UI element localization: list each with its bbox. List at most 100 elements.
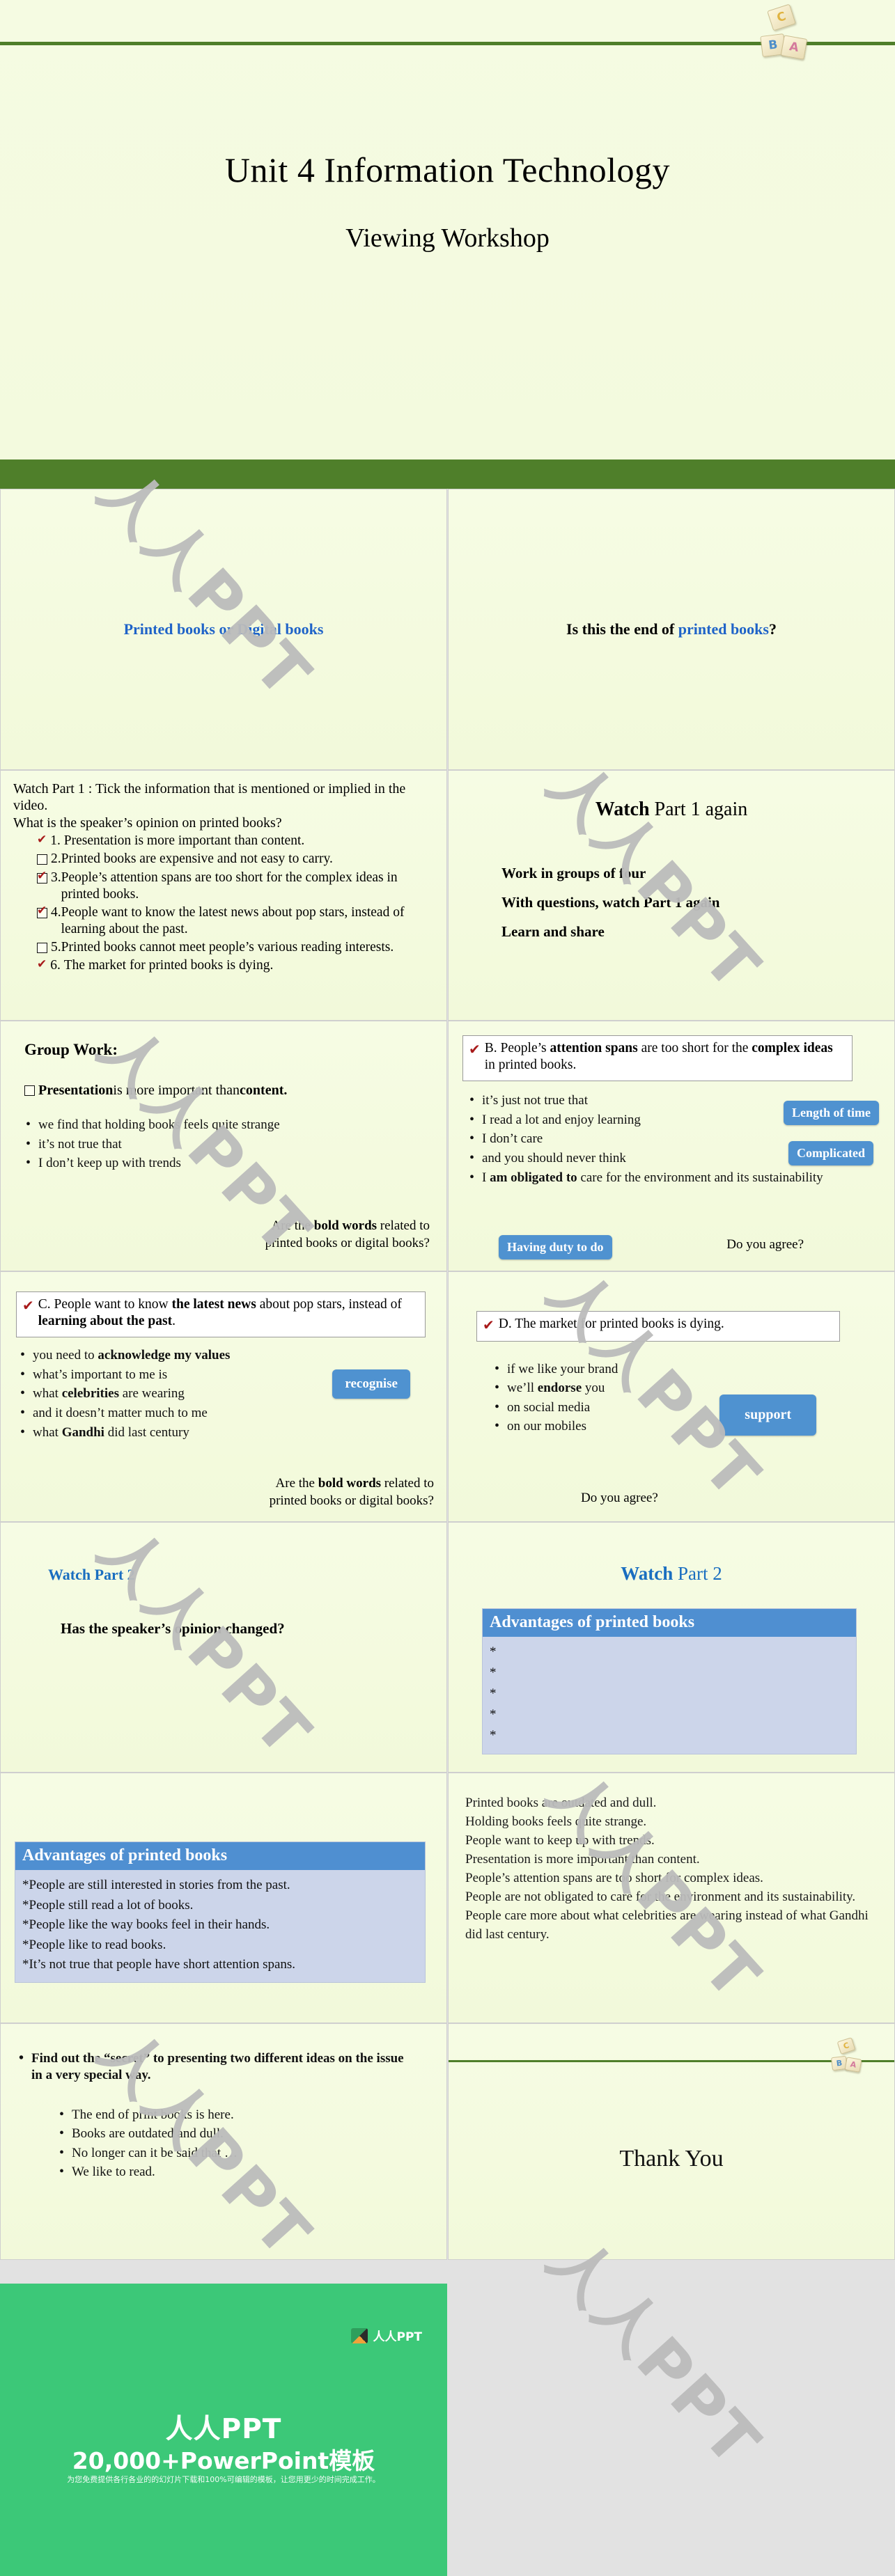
slide-statement-b: ✔ B. People’s attention spans are too sh… [448, 1021, 895, 1271]
statement-box-b: ✔ B. People’s attention spans are too sh… [462, 1035, 853, 1082]
stmt-b-end: in printed books. [484, 1058, 577, 1073]
bullet-item: No longer can it be said that … [56, 2143, 434, 2163]
bullet-pre: you need to [33, 1348, 98, 1363]
slide-row-6: Advantages of printed books *People are … [0, 1773, 895, 2023]
advantages-row: *People are still interested in stories … [22, 1878, 290, 1892]
stmt-b-mid: are too short for the [637, 1041, 752, 1055]
advantages-row: *People still read a lot of books. [22, 1897, 194, 1913]
bullet-item: and you should never think [467, 1148, 766, 1168]
slide7-prompt: Are the bold words related to printed bo… [270, 1475, 434, 1510]
checklist-item[interactable]: 3.People’s attention spans are too short… [37, 869, 434, 903]
advantages-blank-row: * [490, 1686, 497, 1701]
checkbox-icon[interactable] [37, 904, 47, 918]
checklist-item[interactable]: ✔ 6. The market for printed books is dyi… [37, 957, 434, 974]
block-a-icon: A [844, 2057, 862, 2073]
bullet-pre: and it doesn’t matter much to me [33, 1405, 208, 1420]
slide8-agree-prompt: Do you agree? [581, 1491, 658, 1505]
prompt-post: related to [377, 1218, 430, 1233]
bullet-item: we’ll endorse you [492, 1378, 722, 1398]
statement-line: People are not obligated to care for the… [465, 1889, 856, 1904]
advantages-row: *It’s not true that people have short at… [22, 1957, 296, 1972]
checklist-number: 2. [51, 851, 61, 867]
slide-advantages-blank: Watch Part 2 Advantages of printed books… [448, 1522, 895, 1773]
bullet-item: I read a lot and enjoy learning [467, 1110, 766, 1130]
slide-speaker-statements: Printed books are outdated and dull. Hol… [448, 1773, 895, 2023]
bullet-pre: if we like your brand [507, 1361, 618, 1376]
slide-group-work: Group Work: Presentation is more importa… [0, 1021, 447, 1271]
checkbox-icon[interactable] [37, 943, 47, 954]
bullet-bold: acknowledge my values [98, 1348, 231, 1363]
slide-row-5: Watch Part 2 Has the speaker’s opinion c… [0, 1522, 895, 1773]
brand-logo-text: 人人PPT [373, 2330, 422, 2344]
slide2-tail: ? [768, 620, 777, 638]
slide9-question: Has the speaker’s opinion changed? [61, 1620, 285, 1637]
footer-branding-row: 人人PPT 人人PPT 20,000+PowerPoint模板 为您免费提供各行… [0, 2284, 895, 2576]
slide-printed-or-digital: Printed books or Digital books [0, 489, 447, 770]
checklist-item[interactable]: 5. Printed books cannot meet people’s var… [37, 939, 434, 956]
checklist-item[interactable]: ✔ 1. Presentation is more important than… [37, 833, 434, 849]
slide13-heading: Find out the “secret” to presenting two … [16, 2050, 416, 2084]
checklist-item[interactable]: 2. Printed books are expensive and not ea… [37, 851, 434, 867]
pill-length-of-time[interactable]: Length of time [784, 1101, 879, 1125]
bullet-pre: what’s important to me is [33, 1367, 168, 1382]
bullet-item: you need to acknowledge my values [17, 1345, 324, 1365]
bullet-post: are wearing [118, 1386, 185, 1401]
advantages-row: *People like to read books. [22, 1937, 166, 1952]
advantages-table-header: Advantages of printed books [15, 1842, 425, 1870]
checkbox-icon[interactable] [37, 869, 47, 883]
slide8-bullets: if we like your brand we’ll endorse you … [492, 1359, 722, 1436]
slide10-title-rest: Part 2 [673, 1563, 722, 1584]
checklist-text: Presentation is more important than cont… [63, 833, 305, 849]
slide-thank-you: C B A Thank You [448, 2023, 895, 2260]
stmt-c-bold-1: the latest news [171, 1297, 256, 1312]
advantages-blank-row: * [490, 1728, 497, 1743]
brand-note: 为您免费提供各行各业的的幻灯片下载和100%可编辑的模板，让您用更少的时间完成工… [67, 2475, 380, 2484]
pill-support[interactable]: support [719, 1395, 816, 1436]
slide5-bold-2: content. [240, 1083, 288, 1098]
slide-row-7: Find out the “secret” to presenting two … [0, 2023, 895, 2260]
slide3-instruction: Watch Part 1 : Tick the information that… [13, 781, 406, 814]
slide-statement-d: ✔ D. The market for printed books is dyi… [448, 1271, 895, 1522]
bullet-post: did last century [104, 1424, 189, 1440]
slide13-bullets: The end of print books is here. Books ar… [56, 2105, 434, 2182]
slide2-highlight: printed books [678, 620, 769, 638]
slide2-lead: Is this the end of [566, 620, 678, 638]
slide10-title-bold: Watch [621, 1563, 674, 1584]
block-c-icon: C [836, 2037, 856, 2055]
bullet-pre: I [482, 1170, 490, 1185]
pill-recognise[interactable]: recognise [332, 1369, 410, 1399]
advantages-blank-row: * [490, 1707, 497, 1722]
statement-line: Holding books feels quite strange. [465, 1814, 647, 1829]
pill-complicated[interactable]: Complicated [788, 1141, 873, 1165]
checklist-text: Printed books cannot meet people’s vario… [61, 940, 394, 955]
bullet-pre: we’ll [507, 1381, 538, 1396]
checklist-text: Printed books are expensive and not easy… [61, 851, 333, 867]
checklist-text: People’s attention spans are too short f… [61, 870, 398, 902]
alphabet-blocks-icon: C B A [822, 2037, 871, 2077]
slide3-question: What is the speaker’s opinion on printed… [13, 815, 282, 831]
brand-subtitle: 20,000+PowerPoint模板 [72, 2447, 375, 2474]
slide-row-3: Group Work: Presentation is more importa… [0, 1021, 895, 1271]
slide4-title: Watch Part 1 again [461, 799, 882, 821]
checklist-text: People want to know the latest news abou… [61, 904, 405, 937]
stmt-c-bold-2: learning about the past [38, 1314, 173, 1329]
slide-watch-part1-tick: Watch Part 1 : Tick the information that… [0, 770, 447, 1021]
pill-having-duty-to-do[interactable]: Having duty to do [499, 1235, 612, 1259]
bullet-item: Books are outdated and dull. [56, 2123, 434, 2144]
slide5-mid: is more important than [113, 1083, 240, 1098]
slide1-title: Printed books or Digital books [123, 620, 324, 638]
checklist-item[interactable]: 4.People want to know the latest news ab… [37, 904, 434, 938]
slide10-title: Watch Part 2 [461, 1563, 882, 1585]
bullet-bold: Gandhi [61, 1424, 104, 1440]
checkbox-icon[interactable] [24, 1085, 35, 1096]
statement-line: Printed books are outdated and dull. [465, 1796, 657, 1810]
checkbox-icon[interactable] [37, 854, 47, 865]
statement-line: Presentation is more important than cont… [465, 1851, 700, 1867]
bullet-pre: on social media [507, 1399, 591, 1415]
advantages-table-body: *People are still interested in stories … [15, 1870, 425, 1982]
slide4-line: Learn and share [501, 923, 605, 940]
advantages-blank-row: * [490, 1644, 497, 1659]
slide5-bullets: we find that holding books feels quite s… [23, 1115, 434, 1173]
statement-box-c: ✔ C. People want to know the latest news… [16, 1291, 426, 1338]
prompt-post: related to [381, 1475, 434, 1491]
